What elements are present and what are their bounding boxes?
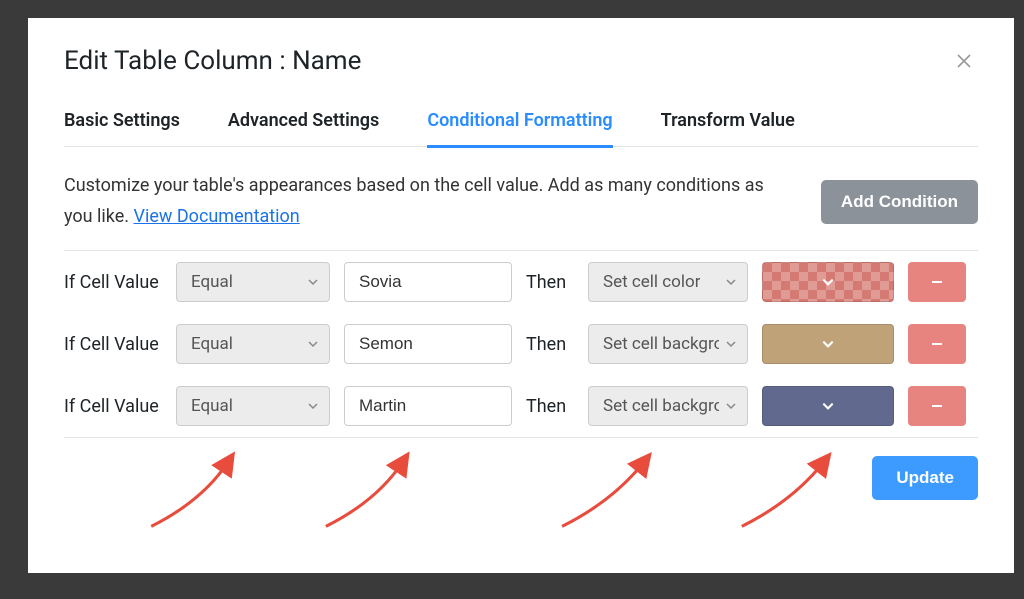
condition-row: If Cell Value Equal Then Set cell backgr… bbox=[64, 375, 978, 437]
tabs-bar: Basic Settings Advanced Settings Conditi… bbox=[64, 104, 978, 147]
add-condition-button[interactable]: Add Condition bbox=[821, 180, 978, 224]
conditions-list: If Cell Value Equal Then Set cell color … bbox=[64, 250, 978, 438]
description-row: Customize your table's appearances based… bbox=[64, 147, 978, 250]
action-value: Set cell background bbox=[603, 334, 719, 354]
action-value: Set cell color bbox=[603, 272, 700, 292]
close-icon bbox=[956, 53, 972, 69]
chevron-down-icon bbox=[307, 400, 319, 412]
delete-condition-button[interactable] bbox=[908, 386, 966, 426]
tab-basic-settings[interactable]: Basic Settings bbox=[64, 104, 180, 148]
operator-value: Equal bbox=[191, 334, 233, 354]
tab-transform-value[interactable]: Transform Value bbox=[661, 104, 795, 148]
tab-conditional-formatting[interactable]: Conditional Formatting bbox=[427, 104, 612, 148]
edit-column-modal: Edit Table Column : Name Basic Settings … bbox=[28, 18, 1014, 573]
if-cell-value-label: If Cell Value bbox=[64, 334, 162, 355]
modal-footer: Update bbox=[64, 438, 978, 500]
condition-value-input[interactable] bbox=[344, 262, 512, 302]
delete-condition-button[interactable] bbox=[908, 262, 966, 302]
action-select[interactable]: Set cell color bbox=[588, 262, 748, 302]
minus-icon bbox=[929, 398, 945, 414]
tab-advanced-settings[interactable]: Advanced Settings bbox=[228, 104, 379, 148]
chevron-down-icon bbox=[307, 276, 319, 288]
condition-value-input[interactable] bbox=[344, 324, 512, 364]
delete-condition-button[interactable] bbox=[908, 324, 966, 364]
then-label: Then bbox=[526, 334, 574, 355]
chevron-down-icon bbox=[821, 337, 835, 351]
view-documentation-link[interactable]: View Documentation bbox=[134, 206, 300, 227]
close-button[interactable] bbox=[950, 47, 978, 75]
then-label: Then bbox=[526, 272, 574, 293]
chevron-down-icon bbox=[725, 400, 737, 412]
chevron-down-icon bbox=[821, 399, 835, 413]
operator-select[interactable]: Equal bbox=[176, 262, 330, 302]
condition-row: If Cell Value Equal Then Set cell backgr… bbox=[64, 313, 978, 375]
update-button[interactable]: Update bbox=[872, 456, 978, 500]
operator-value: Equal bbox=[191, 396, 233, 416]
condition-value-input[interactable] bbox=[344, 386, 512, 426]
chevron-down-icon bbox=[821, 275, 835, 289]
description-text: Customize your table's appearances based… bbox=[64, 171, 789, 232]
chevron-down-icon bbox=[725, 276, 737, 288]
if-cell-value-label: If Cell Value bbox=[64, 272, 162, 293]
color-picker[interactable] bbox=[762, 324, 894, 364]
condition-row: If Cell Value Equal Then Set cell color bbox=[64, 251, 978, 313]
chevron-down-icon bbox=[307, 338, 319, 350]
color-picker[interactable] bbox=[762, 386, 894, 426]
action-value: Set cell background bbox=[603, 396, 719, 416]
chevron-down-icon bbox=[725, 338, 737, 350]
then-label: Then bbox=[526, 396, 574, 417]
action-select[interactable]: Set cell background bbox=[588, 386, 748, 426]
minus-icon bbox=[929, 336, 945, 352]
action-select[interactable]: Set cell background bbox=[588, 324, 748, 364]
modal-header: Edit Table Column : Name bbox=[64, 46, 978, 76]
color-picker[interactable] bbox=[762, 262, 894, 302]
minus-icon bbox=[929, 274, 945, 290]
operator-select[interactable]: Equal bbox=[176, 324, 330, 364]
modal-title: Edit Table Column : Name bbox=[64, 46, 361, 76]
operator-value: Equal bbox=[191, 272, 233, 292]
operator-select[interactable]: Equal bbox=[176, 386, 330, 426]
if-cell-value-label: If Cell Value bbox=[64, 396, 162, 417]
